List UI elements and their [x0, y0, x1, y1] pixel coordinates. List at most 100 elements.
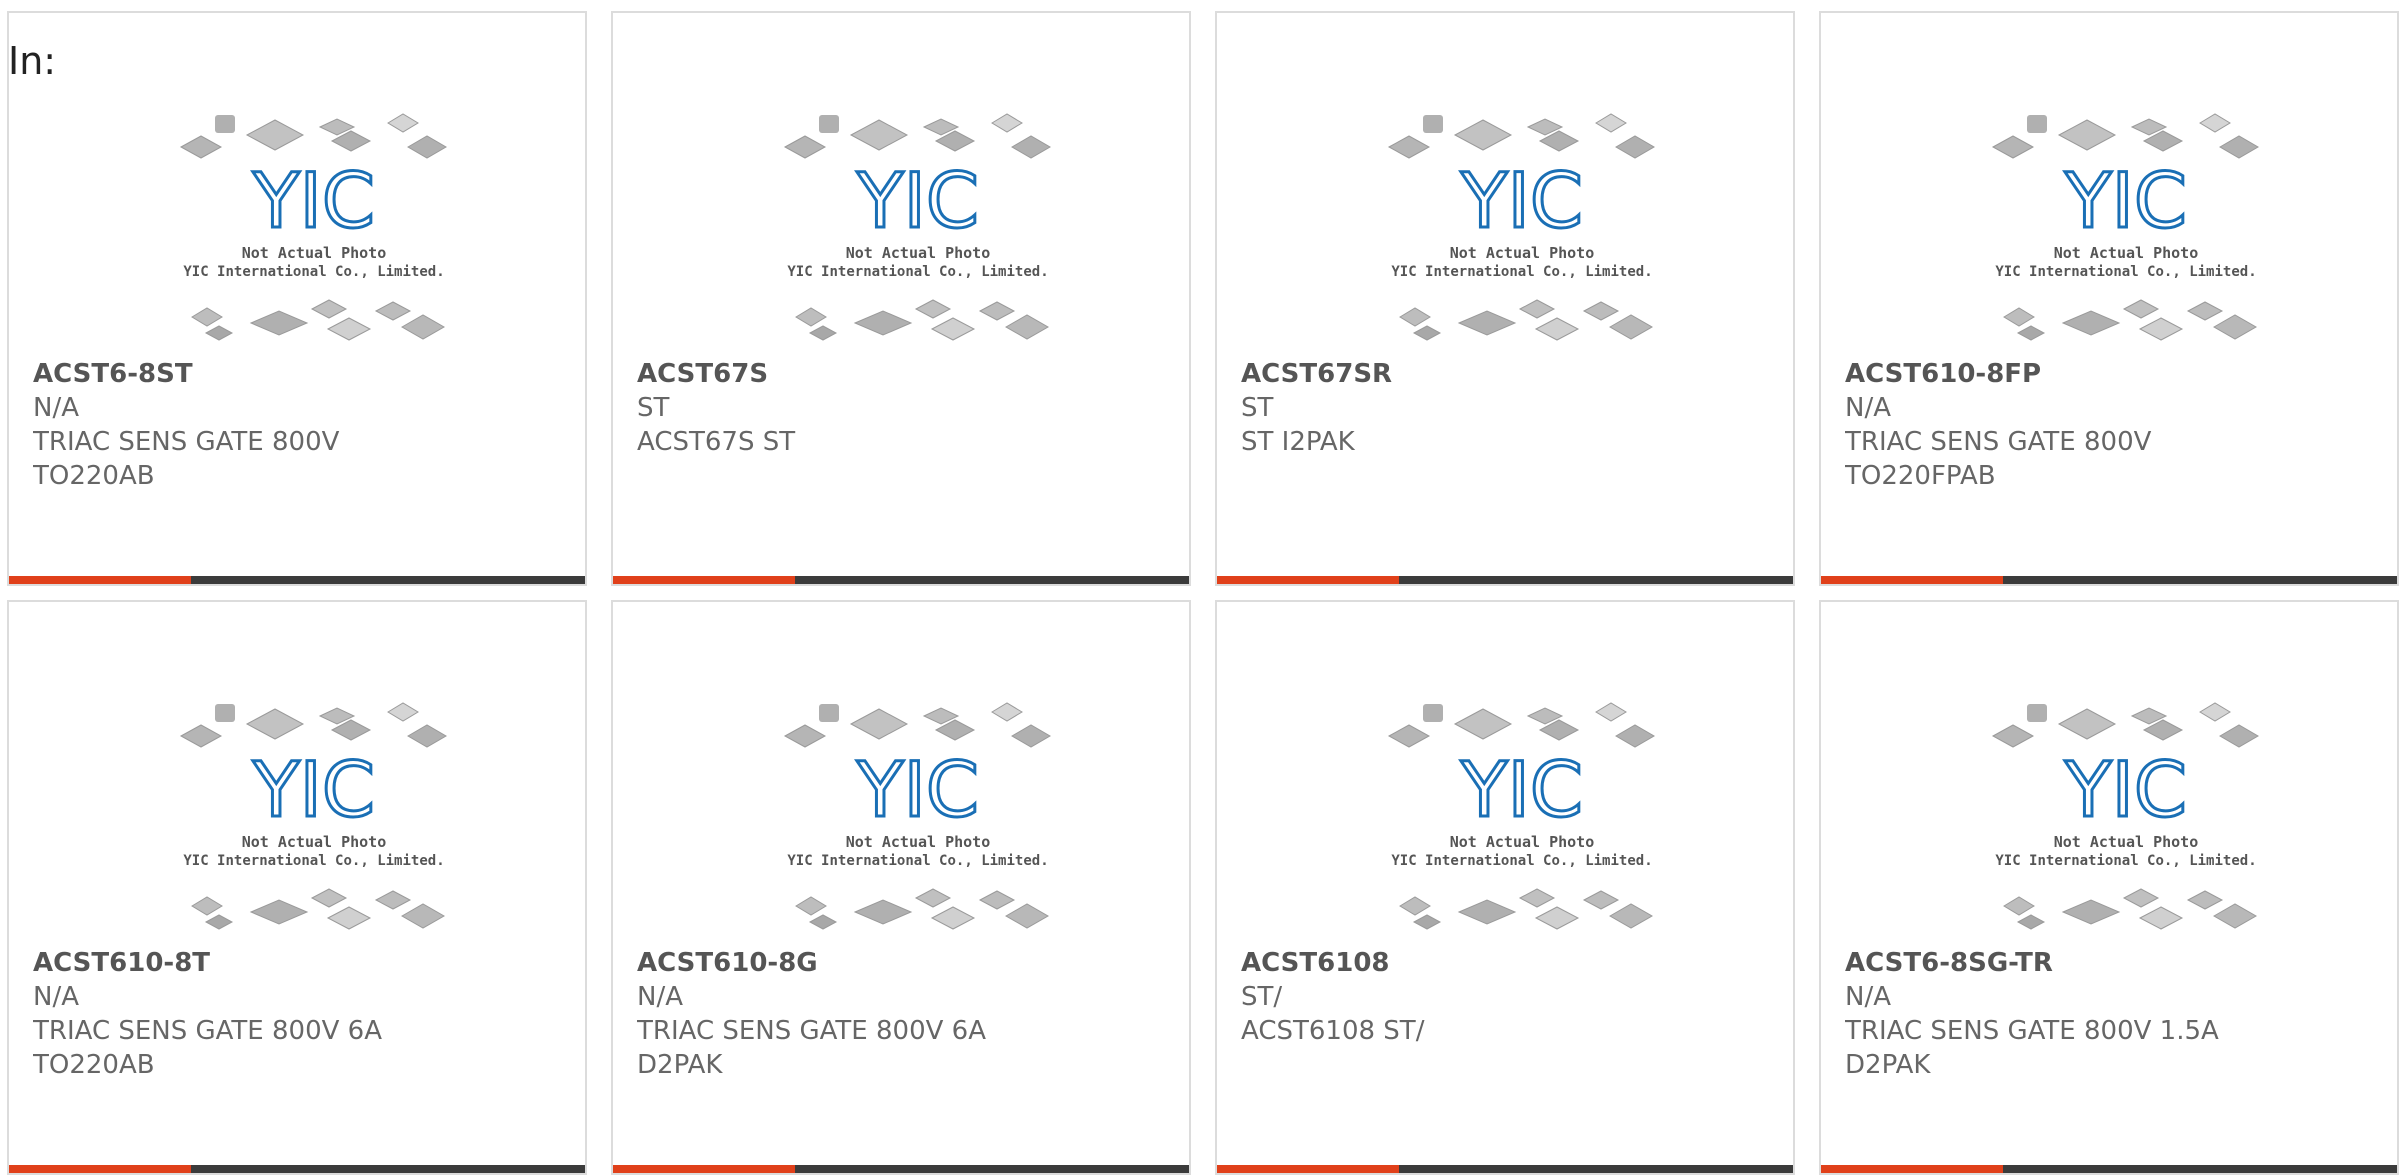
chip-shape — [326, 906, 372, 930]
yic-logo-icon: YIC — [2064, 156, 2187, 245]
chip-shape — [1518, 888, 1556, 908]
chip-shape — [1534, 906, 1580, 930]
description-line-1: TRIAC SENS GATE 800V — [1845, 427, 2152, 457]
chip-shape — [2061, 899, 2121, 925]
product-card[interactable]: YIC Not Actual Photo YIC International Co.… — [7, 11, 587, 586]
not-actual-photo-text: Not Actual Photo — [242, 833, 387, 851]
yic-logo-icon: YIC — [2064, 745, 2187, 834]
chip-shape — [2212, 314, 2258, 340]
card-accent-bar — [1821, 1165, 2003, 1173]
chip-shape — [387, 702, 419, 722]
chip-shape — [1518, 299, 1556, 319]
product-card[interactable]: YIC Not Actual Photo YIC International Co.… — [1819, 600, 2399, 1175]
chip-shape — [1991, 135, 2035, 159]
card-bottom-bar — [1821, 1165, 2397, 1173]
not-actual-photo-text: Not Actual Photo — [2054, 244, 2199, 262]
chip-shape — [991, 702, 1023, 722]
chip-shape — [1004, 314, 1050, 340]
description-line-1: TRIAC SENS GATE 800V 6A — [637, 1016, 987, 1046]
chip-shape — [978, 890, 1016, 910]
product-grid: YIC Not Actual Photo YIC International Co.… — [0, 0, 2400, 1175]
chip-shape — [191, 307, 223, 327]
manufacturer: ST/ — [1241, 982, 1283, 1012]
card-bottom-bar — [613, 1165, 1189, 1173]
chip-shape — [2003, 307, 2035, 327]
chip-shape — [1011, 135, 1051, 159]
manufacturer: ST — [1241, 393, 1274, 423]
chip-shape — [1582, 301, 1620, 321]
chip-shape — [249, 310, 309, 336]
chip-shape — [1457, 899, 1517, 925]
part-number[interactable]: ACST67SR — [1241, 357, 1781, 391]
chip-shape — [2122, 299, 2160, 319]
chip-shape — [1423, 115, 1443, 133]
part-number[interactable]: ACST610-8FP — [1845, 357, 2385, 391]
part-number[interactable]: ACST67S — [637, 357, 1177, 391]
chip-shape — [795, 896, 827, 916]
chip-shape — [1615, 724, 1655, 748]
card-accent-bar — [9, 1165, 191, 1173]
chip-shape — [204, 325, 234, 341]
chip-shape — [808, 914, 838, 930]
manufacturer: N/A — [33, 982, 79, 1012]
chip-shape — [2057, 119, 2117, 151]
chip-shape — [1582, 890, 1620, 910]
product-card[interactable]: YIC Not Actual Photo YIC International Co.… — [7, 600, 587, 1175]
chip-shape — [914, 888, 952, 908]
product-card[interactable]: YIC Not Actual Photo YIC International Co.… — [1819, 11, 2399, 586]
part-number[interactable]: ACST6-8ST — [33, 357, 573, 391]
product-photo[interactable]: YIC Not Actual Photo YIC International Co.… — [783, 694, 1053, 944]
product-photo[interactable]: YIC Not Actual Photo YIC International Co.… — [1991, 105, 2261, 355]
chip-shape — [819, 115, 839, 133]
product-photo[interactable]: YIC Not Actual Photo YIC International Co.… — [783, 105, 1053, 355]
chip-shape — [2212, 903, 2258, 929]
part-number[interactable]: ACST610-8G — [637, 946, 1177, 980]
chip-shape — [1991, 724, 2035, 748]
product-photo[interactable]: YIC Not Actual Photo YIC International Co.… — [179, 694, 449, 944]
not-actual-photo-image: YICNot Actual Photo YIC International Co.… — [179, 113, 447, 341]
chip-shape — [245, 119, 305, 151]
yic-logo-icon: YIC — [252, 156, 375, 245]
company-name-text: YIC International Co., Limited. — [1995, 853, 2256, 869]
yic-logo-icon: YIC — [1460, 156, 1583, 245]
chip-shape — [179, 724, 223, 748]
chip-shape — [2027, 115, 2047, 133]
yic-logo-icon: YIC — [1460, 745, 1583, 834]
chip-shape — [1608, 314, 1654, 340]
chip-shape — [1387, 724, 1431, 748]
description-line-1: ACST6108 ST/ — [1241, 1016, 1425, 1046]
not-actual-photo-text: Not Actual Photo — [1450, 833, 1595, 851]
product-photo[interactable]: YIC Not Actual Photo YIC International Co.… — [179, 105, 449, 355]
chip-shape — [400, 314, 446, 340]
product-card[interactable]: YIC Not Actual Photo YIC International Co.… — [611, 11, 1191, 586]
description-line-2: TO220AB — [33, 1050, 155, 1080]
chip-shape — [2199, 702, 2231, 722]
chip-shape — [991, 113, 1023, 133]
chip-shape — [249, 899, 309, 925]
chip-shape — [930, 906, 976, 930]
manufacturer: N/A — [637, 982, 683, 1012]
part-number[interactable]: ACST6-8SG-TR — [1845, 946, 2385, 980]
product-card[interactable]: YIC Not Actual Photo YIC International Co.… — [1215, 600, 1795, 1175]
not-actual-photo-text: Not Actual Photo — [2054, 833, 2199, 851]
not-actual-photo-text: Not Actual Photo — [1450, 244, 1595, 262]
product-card[interactable]: YIC Not Actual Photo YIC International Co.… — [611, 600, 1191, 1175]
not-actual-photo-image: YICNot Actual Photo YIC International Co.… — [783, 702, 1051, 930]
chip-shape — [400, 903, 446, 929]
product-photo[interactable]: YIC Not Actual Photo YIC International Co.… — [1387, 694, 1657, 944]
chip-shape — [1608, 903, 1654, 929]
product-photo[interactable]: YIC Not Actual Photo YIC International Co.… — [1387, 105, 1657, 355]
chip-shape — [853, 310, 913, 336]
not-actual-photo-image: YICNot Actual Photo YIC International Co.… — [783, 113, 1051, 341]
part-number[interactable]: ACST610-8T — [33, 946, 573, 980]
chip-shape — [215, 115, 235, 133]
chip-shape — [191, 896, 223, 916]
chip-shape — [1399, 307, 1431, 327]
chip-shape — [1011, 724, 1051, 748]
chip-shape — [783, 724, 827, 748]
product-photo[interactable]: YIC Not Actual Photo YIC International Co.… — [1991, 694, 2261, 944]
product-card[interactable]: YIC Not Actual Photo YIC International Co.… — [1215, 11, 1795, 586]
in-label: In: — [8, 39, 57, 83]
part-number[interactable]: ACST6108 — [1241, 946, 1781, 980]
description-line-2: TO220AB — [33, 461, 155, 491]
